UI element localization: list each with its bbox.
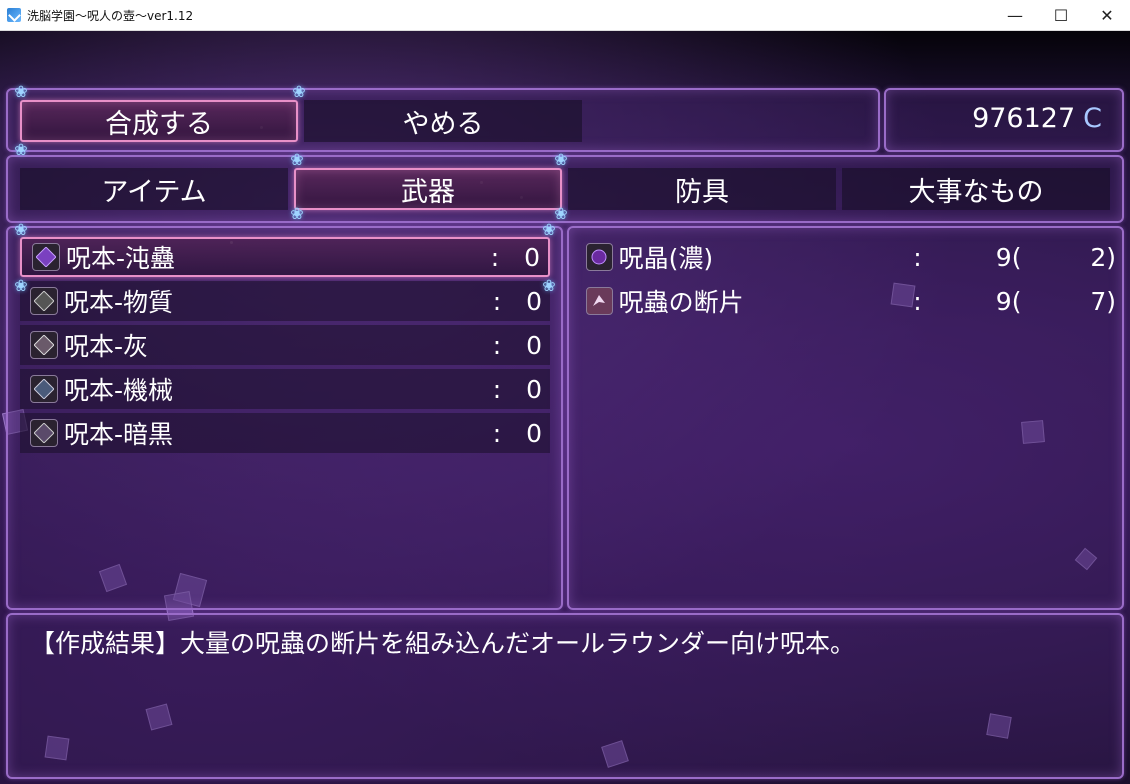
spellbook-icon: [30, 287, 58, 315]
material-need: 7): [1090, 286, 1116, 316]
flower-ornament-icon: ❀: [292, 82, 306, 101]
gold-display: 976127 C: [972, 103, 1102, 134]
flower-ornament-icon: ❀: [554, 150, 568, 169]
recipe-name: 呪本-暗黒: [64, 420, 174, 449]
window-title: 洗脳学園～呪人の壺～ver1.12: [27, 8, 194, 23]
material-need: 2): [1090, 242, 1116, 272]
flower-ornament-icon: ❀: [14, 140, 28, 159]
close-button[interactable]: ✕: [1084, 0, 1130, 31]
flower-ornament-icon: ❀: [542, 220, 556, 239]
material-name: 呪晶(濃): [618, 244, 714, 273]
tab-armor[interactable]: 防具: [568, 168, 836, 210]
tab-key-items[interactable]: 大事なもの: [842, 168, 1110, 210]
recipe-colon: :: [490, 242, 500, 272]
window-titlebar[interactable]: 洗脳学園～呪人の壺～ver1.12 — ☐ ✕: [0, 0, 1130, 31]
recipe-item[interactable]: 呪本-暗黒 : 0: [20, 413, 550, 453]
recipe-count: 0: [526, 330, 542, 360]
synthesize-button[interactable]: 合成する: [20, 100, 298, 142]
cancel-button[interactable]: やめる: [304, 100, 582, 142]
material-name: 呪蟲の断片: [618, 288, 744, 317]
recipe-item[interactable]: 呪本-灰 : 0: [20, 325, 550, 365]
spellbook-icon: [30, 375, 58, 403]
flower-ornament-icon: ❀: [14, 220, 28, 239]
recipe-name: 呪本-沌蠱: [66, 244, 176, 273]
gold-amount: 976127: [972, 103, 1076, 134]
spellbook-icon: [30, 331, 58, 359]
flower-ornament-icon: ❀: [14, 82, 28, 101]
spellbook-icon: [30, 419, 58, 447]
flower-ornament-icon: ❀: [542, 276, 556, 295]
recipe-colon: :: [492, 418, 502, 448]
app-icon: [7, 8, 21, 22]
material-item: 呪蟲の断片 : 9( 7): [576, 281, 1116, 321]
recipe-count: 0: [526, 418, 542, 448]
maximize-button[interactable]: ☐: [1038, 0, 1084, 31]
recipe-item[interactable]: 呪本-機械 : 0: [20, 369, 550, 409]
flower-ornament-icon: ❀: [290, 204, 304, 223]
minimize-button[interactable]: —: [992, 0, 1038, 31]
material-colon: :: [913, 242, 922, 272]
recipe-name: 呪本-灰: [64, 332, 149, 361]
tab-weapons[interactable]: 武器: [294, 168, 562, 210]
recipe-count: 0: [524, 242, 540, 272]
material-colon: :: [913, 286, 922, 316]
recipe-name: 呪本-物質: [64, 288, 174, 317]
recipe-colon: :: [492, 374, 502, 404]
flower-ornament-icon: ❀: [290, 150, 304, 169]
recipe-item[interactable]: 呪本-沌蠱 : 0: [20, 237, 550, 277]
game-screen: 合成する やめる 976127 C アイテム 武器 防具 大事なもの 呪本-沌蠱 …: [0, 31, 1130, 784]
currency-unit: C: [1083, 103, 1102, 134]
crystal-icon: [586, 243, 613, 271]
tab-items[interactable]: アイテム: [20, 168, 288, 210]
recipe-count: 0: [526, 286, 542, 316]
material-item: 呪晶(濃) : 9( 2): [576, 237, 1116, 277]
insect-fragment-icon: [586, 287, 613, 315]
recipe-colon: :: [492, 286, 502, 316]
recipe-colon: :: [492, 330, 502, 360]
recipe-name: 呪本-機械: [64, 376, 174, 405]
window-controls: — ☐ ✕: [992, 0, 1130, 31]
recipe-item[interactable]: 呪本-物質 : 0: [20, 281, 550, 321]
recipe-count: 0: [526, 374, 542, 404]
material-have: 9(: [995, 242, 1022, 272]
flower-ornament-icon: ❀: [14, 276, 28, 295]
item-description: 【作成結果】大量の呪蟲の断片を組み込んだオールラウンダー向け呪本。: [30, 629, 856, 658]
material-have: 9(: [995, 286, 1022, 316]
spellbook-icon: [32, 243, 60, 271]
